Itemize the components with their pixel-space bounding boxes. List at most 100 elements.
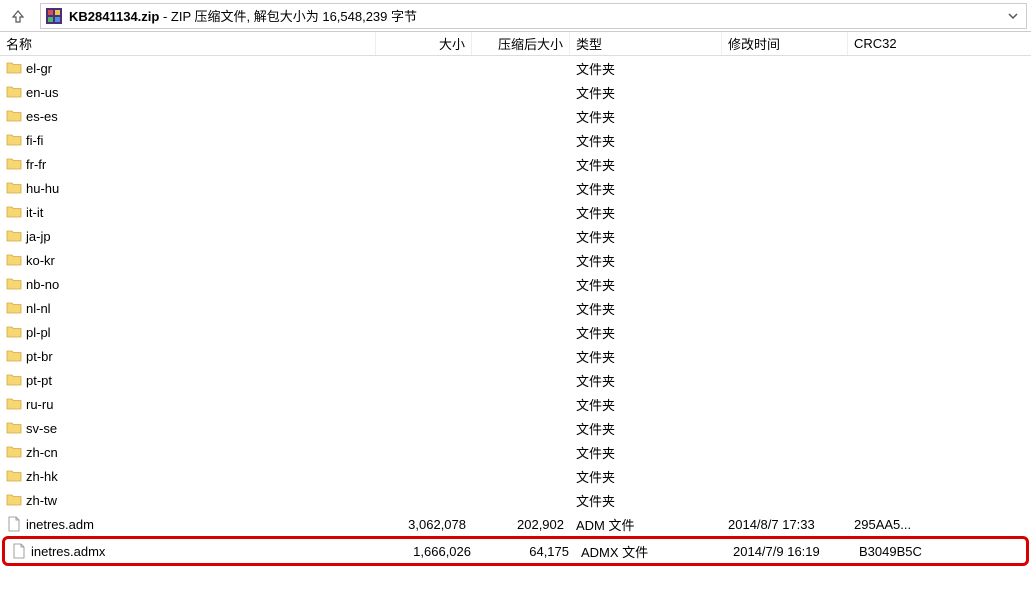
column-header-size[interactable]: 大小 [376, 32, 472, 55]
cell-type: 文件夹 [570, 323, 722, 342]
folder-icon [6, 372, 22, 388]
cell-type: 文件夹 [570, 83, 722, 102]
folder-row[interactable]: ru-ru文件夹 [0, 392, 1031, 416]
file-name-label: pl-pl [26, 325, 51, 340]
column-header-row: 名称 大小 压缩后大小 类型 修改时间 CRC32 [0, 32, 1031, 56]
cell-name: pt-pt [0, 372, 376, 388]
cell-type: 文件夹 [570, 299, 722, 318]
cell-name: en-us [0, 84, 376, 100]
column-header-type[interactable]: 类型 [570, 32, 722, 55]
file-icon [11, 543, 27, 559]
folder-row[interactable]: pt-br 文件夹 [0, 344, 1031, 368]
file-name-label: zh-tw [26, 493, 57, 508]
file-name-label: zh-hk [26, 469, 58, 484]
cell-name: pl-pl [0, 324, 376, 340]
cell-type: 文件夹 [570, 155, 722, 174]
file-name-label: inetres.admx [31, 544, 105, 559]
folder-row[interactable]: fi-fi 文件夹 [0, 128, 1031, 152]
cell-name: zh-tw [0, 492, 376, 508]
folder-row[interactable]: nl-nl 文件夹 [0, 296, 1031, 320]
cell-name: hu-hu [0, 180, 376, 196]
folder-row[interactable]: ja-jp文件夹 [0, 224, 1031, 248]
file-name-label: pt-pt [26, 373, 52, 388]
cell-type: 文件夹 [570, 107, 722, 126]
file-name-label: nl-nl [26, 301, 51, 316]
cell-name: el-gr [0, 60, 376, 76]
folder-row[interactable]: zh-hk 文件夹 [0, 464, 1031, 488]
cell-name: nl-nl [0, 300, 376, 316]
file-name-label: it-it [26, 205, 43, 220]
column-header-date[interactable]: 修改时间 [722, 32, 848, 55]
file-list: 名称 大小 压缩后大小 类型 修改时间 CRC32 el-gr文件夹en-us文… [0, 32, 1031, 566]
file-name-label: hu-hu [26, 181, 59, 196]
file-row[interactable]: inetres.admx1,666,02664,175ADMX 文件2014/7… [5, 539, 1026, 563]
folder-row[interactable]: nb-no 文件夹 [0, 272, 1031, 296]
cell-type: 文件夹 [570, 491, 722, 510]
cell-name: nb-no [0, 276, 376, 292]
folder-row[interactable]: en-us 文件夹 [0, 80, 1031, 104]
cell-type: 文件夹 [570, 275, 722, 294]
address-text: KB2841134.zip - ZIP 压缩文件, 解包大小为 16,548,2… [69, 6, 1004, 25]
folder-row[interactable]: zh-cn 文件夹 [0, 440, 1031, 464]
cell-type: 文件夹 [570, 443, 722, 462]
column-header-crc[interactable]: CRC32 [848, 32, 1008, 55]
up-button[interactable] [4, 2, 32, 30]
folder-row[interactable]: pl-pl 文件夹 [0, 320, 1031, 344]
folder-icon [6, 84, 22, 100]
address-dropdown-button[interactable] [1004, 11, 1022, 21]
cell-type: 文件夹 [570, 347, 722, 366]
cell-name: it-it [0, 204, 376, 220]
file-name-label: en-us [26, 85, 59, 100]
file-name-label: ru-ru [26, 397, 53, 412]
folder-row[interactable]: es-es 文件夹 [0, 104, 1031, 128]
folder-icon [6, 492, 22, 508]
cell-type: 文件夹 [570, 179, 722, 198]
folder-icon [6, 60, 22, 76]
highlighted-row-annotation: inetres.admx1,666,02664,175ADMX 文件2014/7… [2, 536, 1029, 566]
cell-type: 文件夹 [570, 203, 722, 222]
file-name-label: es-es [26, 109, 58, 124]
cell-crc: 295AA5... [848, 517, 1008, 532]
cell-name: fi-fi [0, 132, 376, 148]
address-bar[interactable]: KB2841134.zip - ZIP 压缩文件, 解包大小为 16,548,2… [40, 3, 1027, 29]
cell-date: 2014/8/7 17:33 [722, 517, 848, 532]
cell-type: 文件夹 [570, 131, 722, 150]
file-icon [6, 516, 22, 532]
folder-row[interactable]: sv-se文件夹 [0, 416, 1031, 440]
cell-name: inetres.admx [5, 543, 381, 559]
file-name-label: sv-se [26, 421, 57, 436]
folder-icon [6, 324, 22, 340]
folder-row[interactable]: hu-hu 文件夹 [0, 176, 1031, 200]
cell-type: 文件夹 [570, 467, 722, 486]
cell-name: ko-kr [0, 252, 376, 268]
folder-row[interactable]: el-gr文件夹 [0, 56, 1031, 80]
cell-name: fr-fr [0, 156, 376, 172]
file-name-label: pt-br [26, 349, 53, 364]
column-header-packed[interactable]: 压缩后大小 [472, 32, 570, 55]
folder-icon [6, 468, 22, 484]
column-header-name[interactable]: 名称 [0, 32, 376, 55]
cell-type: ADM 文件 [570, 515, 722, 534]
file-name-label: fi-fi [26, 133, 43, 148]
cell-type: 文件夹 [570, 251, 722, 270]
cell-name: ja-jp [0, 228, 376, 244]
folder-icon [6, 180, 22, 196]
folder-row[interactable]: pt-pt文件夹 [0, 368, 1031, 392]
cell-name: ru-ru [0, 396, 376, 412]
cell-type: ADMX 文件 [575, 542, 727, 561]
folder-row[interactable]: zh-tw 文件夹 [0, 488, 1031, 512]
cell-name: zh-cn [0, 444, 376, 460]
file-name-label: zh-cn [26, 445, 58, 460]
arrow-up-icon [11, 9, 25, 23]
folder-row[interactable]: it-it 文件夹 [0, 200, 1031, 224]
toolbar: KB2841134.zip - ZIP 压缩文件, 解包大小为 16,548,2… [0, 0, 1031, 32]
file-row[interactable]: inetres.adm3,062,078202,902ADM 文件2014/8/… [0, 512, 1031, 536]
archive-desc: - ZIP 压缩文件, 解包大小为 16,548,239 字节 [159, 9, 417, 24]
chevron-down-icon [1008, 11, 1018, 21]
file-name-label: fr-fr [26, 157, 46, 172]
folder-row[interactable]: ko-kr 文件夹 [0, 248, 1031, 272]
archive-app-icon [45, 7, 63, 25]
cell-name: pt-br [0, 348, 376, 364]
folder-icon [6, 396, 22, 412]
folder-row[interactable]: fr-fr 文件夹 [0, 152, 1031, 176]
